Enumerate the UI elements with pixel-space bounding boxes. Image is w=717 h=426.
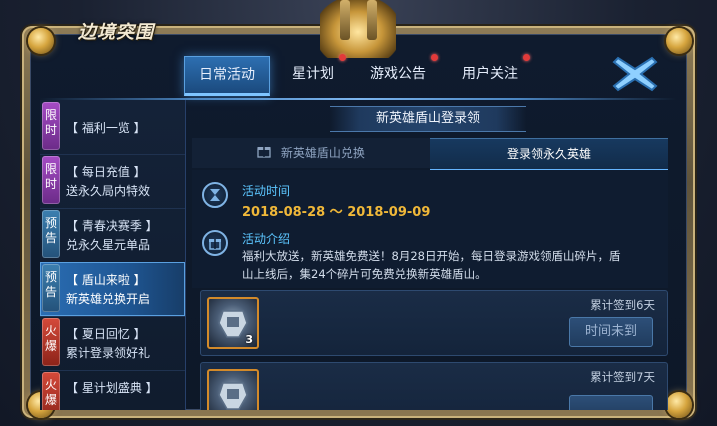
sidebar-item-dunshan[interactable]: 预告 【 盾山来啦 】 新英雄兑换开启 xyxy=(40,262,185,317)
sidebar-item-title: 【 青春决赛季 】 xyxy=(66,219,158,233)
crest-emblem xyxy=(320,0,396,58)
subtab-login-reward[interactable]: 登录领永久英雄 xyxy=(430,138,668,171)
activity-sidebar: 限时 【 福利一览 】 限时 【 每日充值 】 送永久局内特效 预告 【 青春决… xyxy=(40,100,186,410)
tab-label: 游戏公告 xyxy=(370,66,426,82)
reward-row: 3 累计签到6天 时间未到 xyxy=(200,290,668,356)
activity-description: 福利大放送，新英雄免费送！8月28日开始，每日登录游戏领盾山碎片，盾山上线后，集… xyxy=(242,249,621,281)
sub-tabs: 新英雄盾山兑换 登录领永久英雄 xyxy=(192,138,668,171)
reward-row: 累计签到7天 xyxy=(200,362,668,410)
sidebar-item-title: 【 每日充值 】 xyxy=(66,165,146,179)
activity-date-range: 2018-08-28 ～ 2018-09-09 xyxy=(242,205,431,220)
close-button[interactable] xyxy=(612,54,658,94)
game-logo: 边境突围 xyxy=(78,22,154,43)
tab-star-plan[interactable]: 星计划 xyxy=(278,54,348,92)
subtab-label: 新英雄盾山兑换 xyxy=(280,146,365,160)
sidebar-item-youth-finals[interactable]: 预告 【 青春决赛季 】 兑永久星元单品 xyxy=(40,208,185,263)
game-activity-window: 边境突围 日常活动 星计划 游戏公告 用户关注 限时 【 福利一览 】 限时 【… xyxy=(0,0,717,426)
shard-item-icon: 3 xyxy=(207,297,259,349)
subtab-hero-exchange[interactable]: 新英雄盾山兑换 xyxy=(192,138,430,168)
crest-pillar-right xyxy=(367,0,377,40)
notification-dot xyxy=(523,54,530,61)
preview-badge: 预告 xyxy=(42,264,60,312)
limited-badge: 限时 xyxy=(42,102,60,150)
gift-icon xyxy=(202,230,228,256)
activity-banner-title: 新英雄盾山登录领 xyxy=(330,106,526,132)
notification-dot xyxy=(339,54,346,61)
item-count: 3 xyxy=(245,333,253,346)
notification-dot xyxy=(431,54,438,61)
crest-pillar-left xyxy=(340,0,350,40)
time-heading: 活动时间 xyxy=(242,184,291,198)
corner-gem-top-left xyxy=(28,28,54,54)
sidebar-item-title: 【 盾山来啦 】 xyxy=(66,273,146,287)
limited-badge: 限时 xyxy=(42,156,60,204)
reward-condition: 累计签到6天 xyxy=(590,298,655,312)
sidebar-item-subtitle: 累计登录领好礼 xyxy=(66,346,151,360)
top-nav: 日常活动 星计划 游戏公告 用户关注 xyxy=(184,54,540,96)
claim-button[interactable]: 时间未到 xyxy=(569,317,653,347)
tab-user-follow[interactable]: 用户关注 xyxy=(448,54,532,92)
reward-condition: 累计签到7天 xyxy=(590,370,655,384)
corner-gem-top-right xyxy=(666,28,692,54)
hot-badge: 火爆 xyxy=(42,372,60,410)
sidebar-item-title: 【 福利一览 】 xyxy=(66,121,146,135)
tab-label: 用户关注 xyxy=(462,66,518,82)
sidebar-item-subtitle: 送永久局内特效 xyxy=(66,184,151,198)
sidebar-item-daily-recharge[interactable]: 限时 【 每日充值 】 送永久局内特效 xyxy=(40,154,185,209)
sidebar-item-title: 【 星计划盛典 】 xyxy=(66,381,158,395)
hot-badge: 火爆 xyxy=(42,318,60,366)
sidebar-item-title: 【 夏日回忆 】 xyxy=(66,327,146,341)
activity-info: 活动时间 2018-08-28 ～ 2018-09-09 活动介绍 福利大放送，… xyxy=(192,170,668,288)
tab-game-announcements[interactable]: 游戏公告 xyxy=(356,54,440,92)
tab-label: 星计划 xyxy=(292,66,334,82)
sidebar-item-subtitle: 兑永久星元单品 xyxy=(66,238,151,252)
sidebar-item-subtitle: 新英雄兑换开启 xyxy=(66,292,151,306)
gift-icon xyxy=(257,139,271,169)
preview-badge: 预告 xyxy=(42,210,60,258)
tab-daily-activities[interactable]: 日常活动 xyxy=(184,56,270,96)
activity-detail: 新英雄盾山登录领 新英雄盾山兑换 登录领永久英雄 活动时间 2018-08-28… xyxy=(192,100,675,410)
sidebar-item-summer-memories[interactable]: 火爆 【 夏日回忆 】 累计登录领好礼 xyxy=(40,316,185,371)
sidebar-item-star-plan-gala[interactable]: 火爆 【 星计划盛典 】 xyxy=(40,370,185,410)
hourglass-icon xyxy=(202,182,228,208)
tab-label: 日常活动 xyxy=(199,67,255,83)
subtab-label: 登录领永久英雄 xyxy=(506,147,591,161)
intro-heading: 活动介绍 xyxy=(242,232,291,246)
close-icon xyxy=(612,56,658,92)
sidebar-item-welfare-overview[interactable]: 限时 【 福利一览 】 xyxy=(40,100,185,155)
shard-item-icon xyxy=(207,369,259,410)
claim-button[interactable] xyxy=(569,395,653,410)
